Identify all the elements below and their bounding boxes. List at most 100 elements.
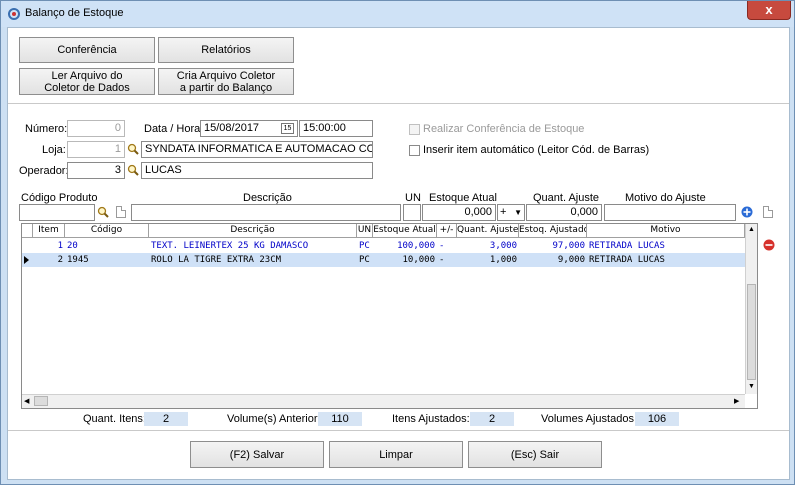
col-un[interactable]: UN — [357, 224, 373, 238]
cell-codigo: 20 — [67, 241, 78, 251]
scroll-left-icon[interactable]: ◀ — [24, 397, 29, 405]
operador-name-field[interactable]: LUCAS — [141, 162, 373, 179]
loja-search-icon[interactable] — [127, 143, 139, 155]
col-quant-ajuste[interactable]: Quant. Ajuste — [457, 224, 519, 238]
scroll-down-icon[interactable]: ▼ — [748, 383, 755, 390]
grid-header: Item Código Descrição UN Estoque Atual +… — [22, 224, 745, 238]
data-hora-label: Data / Hora: — [144, 123, 204, 135]
numero-field[interactable]: 0 — [67, 120, 125, 137]
divider-top — [8, 103, 789, 104]
salvar-button[interactable]: (F2) Salvar — [190, 441, 324, 468]
un-input[interactable] — [403, 204, 421, 221]
ler-arquivo-button[interactable]: Ler Arquivo do Coletor de Dados — [19, 68, 155, 95]
codigo-produto-input[interactable] — [19, 204, 95, 221]
cell-item: 2 — [57, 255, 63, 265]
col-item[interactable]: Item — [33, 224, 65, 238]
cell-sinal: - — [439, 241, 445, 251]
time-field[interactable]: 15:00:00 — [299, 120, 373, 137]
volumes-ajustados-label: Volumes Ajustados: — [541, 413, 638, 425]
codigo-produto-label: Código Produto — [21, 192, 98, 204]
document-icon[interactable] — [116, 206, 126, 218]
row-indicator-header — [22, 224, 33, 238]
quant-ajuste-input[interactable]: 0,000 — [526, 204, 602, 221]
cell-estoque: 100,000 — [397, 241, 435, 251]
numero-label: Número: — [25, 123, 68, 135]
cell-sinal: - — [439, 255, 445, 265]
estoque-atual-label: Estoque Atual — [429, 192, 497, 204]
balanco-window: Balanço de Estoque x Conferência Relatór… — [0, 0, 795, 485]
quant-ajuste-label: Quant. Ajuste — [533, 192, 600, 204]
volumes-ajustados-value: 106 — [635, 412, 679, 426]
realizar-conferencia-checkbox[interactable] — [409, 124, 420, 135]
horizontal-scrollbar[interactable]: ◀ ▶ — [22, 394, 745, 408]
sign-select[interactable]: + ▼ — [497, 204, 525, 221]
loja-name-field[interactable]: SYNDATA INFORMATICA E AUTOMACAO COME — [141, 141, 373, 158]
col-estoq-ajustado[interactable]: Estoq. Ajustado — [519, 224, 587, 238]
volume-anterior-value: 110 — [318, 412, 362, 426]
date-value: 15/08/2017 — [204, 122, 260, 134]
vertical-scrollbar[interactable]: ▲ ▼ — [745, 224, 757, 394]
cell-motivo: RETIRADA LUCAS — [589, 255, 665, 265]
ler-arquivo-line2: Coletor de Dados — [44, 81, 130, 94]
cell-descricao: TEXT. LEINERTEX 25 KG DAMASCO — [151, 241, 309, 251]
relatorios-button[interactable]: Relatórios — [158, 37, 294, 63]
limpar-button[interactable]: Limpar — [329, 441, 463, 468]
inserir-automatico-label: Inserir item automático (Leitor Cód. de … — [423, 144, 650, 156]
scroll-right-icon[interactable]: ▶ — [734, 397, 739, 405]
close-button[interactable]: x — [747, 1, 791, 20]
cell-un: PC — [359, 255, 370, 265]
col-estoque-atual[interactable]: Estoque Atual — [373, 224, 437, 238]
operador-search-icon[interactable] — [127, 164, 139, 176]
limpar-label: Limpar — [379, 448, 413, 461]
new-document-icon[interactable] — [763, 206, 773, 218]
sign-value: + — [500, 206, 507, 218]
motivo-ajuste-input[interactable] — [604, 204, 736, 221]
cell-un: PC — [359, 241, 370, 251]
loja-code-field[interactable]: 1 — [67, 141, 125, 158]
conferencia-label: Conferência — [57, 44, 117, 56]
horizontal-scroll-thumb[interactable] — [34, 396, 48, 406]
cria-arquivo-line2: a partir do Balanço — [179, 81, 273, 94]
relatorios-label: Relatórios — [201, 44, 251, 56]
divider-bottom — [8, 430, 789, 431]
cell-ajustado: 97,000 — [552, 241, 585, 251]
table-row-selected[interactable]: 2 1945 ROLO LA TIGRE EXTRA 23CM PC 10,00… — [22, 253, 745, 267]
remove-icon[interactable] — [763, 239, 775, 251]
motivo-ajuste-label: Motivo do Ajuste — [625, 192, 706, 204]
itens-ajustados-label: Itens Ajustados: — [392, 413, 470, 425]
table-row[interactable]: 1 20 TEXT. LEINERTEX 25 KG DAMASCO PC 10… — [22, 239, 745, 253]
operador-label: Operador: — [19, 165, 69, 177]
row-pointer-icon — [24, 256, 29, 264]
cell-descricao: ROLO LA TIGRE EXTRA 23CM — [151, 255, 282, 265]
estoque-atual-input[interactable]: 0,000 — [422, 204, 496, 221]
scroll-up-icon[interactable]: ▲ — [748, 226, 755, 233]
add-icon[interactable] — [741, 206, 753, 218]
cria-arquivo-line1: Cria Arquivo Coletor — [176, 69, 276, 82]
conferencia-button[interactable]: Conferência — [19, 37, 155, 63]
ler-arquivo-line1: Ler Arquivo do — [51, 69, 123, 82]
col-sinal[interactable]: +/- — [437, 224, 457, 238]
descricao-label: Descrição — [243, 192, 292, 204]
sair-label: (Esc) Sair — [510, 448, 560, 461]
cell-quant: 3,000 — [489, 241, 517, 251]
cell-ajustado: 9,000 — [557, 255, 585, 265]
cell-codigo: 1945 — [67, 255, 89, 265]
inserir-automatico-checkbox[interactable] — [409, 145, 420, 156]
produto-search-icon[interactable] — [97, 206, 109, 218]
sair-button[interactable]: (Esc) Sair — [468, 441, 602, 468]
col-descricao[interactable]: Descrição — [149, 224, 357, 238]
vertical-scroll-thumb[interactable] — [747, 284, 756, 380]
window-title: Balanço de Estoque — [25, 7, 124, 19]
app-icon — [8, 8, 20, 20]
descricao-input[interactable] — [131, 204, 401, 221]
calendar-icon[interactable]: 15 — [281, 123, 294, 134]
col-motivo[interactable]: Motivo — [587, 224, 745, 238]
operador-code-field[interactable]: 3 — [67, 162, 125, 179]
quant-itens-label: Quant. Itens: — [83, 413, 146, 425]
cell-quant: 1,000 — [489, 255, 517, 265]
items-grid[interactable]: Item Código Descrição UN Estoque Atual +… — [21, 223, 758, 409]
cell-estoque: 10,000 — [402, 255, 435, 265]
cria-arquivo-button[interactable]: Cria Arquivo Coletor a partir do Balanço — [158, 68, 294, 95]
col-codigo[interactable]: Código — [65, 224, 149, 238]
itens-ajustados-value: 2 — [470, 412, 514, 426]
